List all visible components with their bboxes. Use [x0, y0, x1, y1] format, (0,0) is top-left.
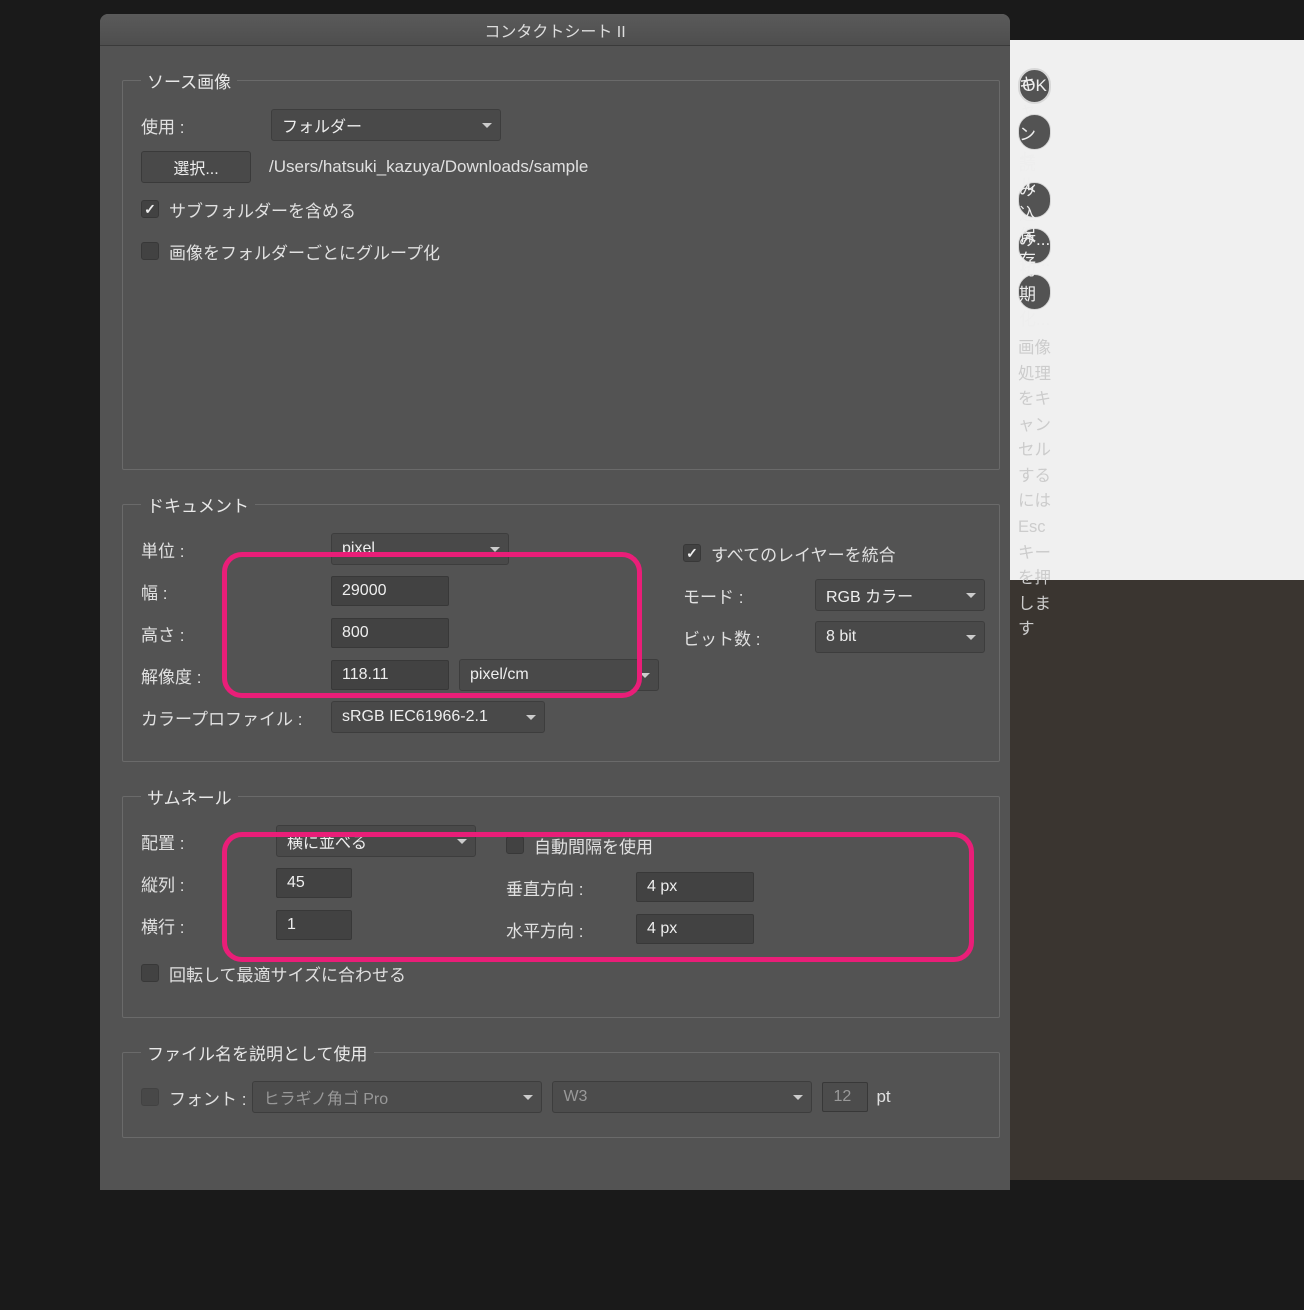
profile-select[interactable]: sRGB IEC61966-2.1 — [331, 701, 545, 733]
thumbnail-legend: サムネール — [141, 784, 238, 809]
columns-input[interactable]: 45 — [276, 868, 352, 898]
auto-spacing-checkbox[interactable] — [506, 836, 524, 854]
use-select[interactable]: フォルダー — [271, 109, 501, 141]
mode-label: モード : — [683, 583, 815, 608]
include-subfolders-checkbox[interactable] — [141, 200, 159, 218]
reset-button[interactable]: 初期化... — [1018, 274, 1051, 310]
rows-input[interactable]: 1 — [276, 910, 352, 940]
document-legend: ドキュメント — [141, 492, 255, 517]
font-label: フォント : — [169, 1085, 246, 1110]
bits-select[interactable]: 8 bit — [815, 621, 985, 653]
vertical-input[interactable]: 4 px — [636, 872, 754, 902]
height-input[interactable]: 800 — [331, 618, 449, 648]
width-input[interactable]: 29000 — [331, 576, 449, 606]
titlebar: コンタクトシート II — [100, 14, 1010, 46]
caption-legend: ファイル名を説明として使用 — [141, 1040, 374, 1065]
source-path: /Users/hatsuki_kazuya/Downloads/sample — [269, 157, 588, 177]
place-select[interactable]: 横に並べる — [276, 825, 476, 857]
hint-text: 画像処理をキャンセルするには Esc キーを押します — [1018, 336, 1051, 643]
group-by-folder-label: 画像をフォルダーごとにグループ化 — [169, 239, 440, 264]
size-unit: pt — [876, 1087, 890, 1107]
use-label: 使用 : — [141, 113, 271, 138]
select-folder-button[interactable]: 選択... — [141, 151, 251, 183]
rotate-label: 回転して最適サイズに合わせる — [169, 961, 406, 986]
thumbnail-fieldset: サムネール 配置 : 横に並べる 縦列 : — [122, 784, 1000, 1018]
vertical-label: 垂直方向 : — [506, 875, 636, 900]
source-fieldset: ソース画像 使用 : フォルダー 選択... /Users/hatsuki_ka… — [122, 68, 1000, 470]
height-label: 高さ : — [141, 621, 331, 646]
mode-select[interactable]: RGB カラー — [815, 579, 985, 611]
cancel-button[interactable]: キャンセル — [1018, 114, 1051, 150]
dialog-title: コンタクトシート II — [484, 18, 625, 42]
auto-spacing-label: 自動間隔を使用 — [534, 833, 653, 858]
flatten-checkbox[interactable] — [683, 544, 701, 562]
dialog: コンタクトシート II ソース画像 使用 : フォルダー 選択... — [100, 14, 1010, 1190]
font-select[interactable]: ヒラギノ角ゴ Pro — [252, 1081, 542, 1113]
caption-fieldset: ファイル名を説明として使用 フォント : ヒラギノ角ゴ Pro W3 12 — [122, 1040, 1000, 1138]
resolution-unit-select[interactable]: pixel/cm — [459, 659, 659, 691]
horizontal-input[interactable]: 4 px — [636, 914, 754, 944]
group-by-folder-checkbox[interactable] — [141, 242, 159, 260]
profile-label: カラープロファイル : — [141, 705, 331, 730]
source-legend: ソース画像 — [141, 68, 237, 93]
size-input[interactable]: 12 — [822, 1082, 868, 1112]
flatten-label: すべてのレイヤーを統合 — [711, 541, 896, 566]
place-label: 配置 : — [141, 829, 276, 854]
width-label: 幅 : — [141, 579, 331, 604]
unit-label: 単位 : — [141, 537, 331, 562]
columns-label: 縦列 : — [141, 871, 276, 896]
document-fieldset: ドキュメント 単位 : pixel 幅 : — [122, 492, 1000, 762]
rows-label: 横行 : — [141, 913, 276, 938]
weight-select[interactable]: W3 — [552, 1081, 812, 1113]
rotate-checkbox[interactable] — [141, 964, 159, 982]
unit-select[interactable]: pixel — [331, 533, 509, 565]
include-subfolders-label: サブフォルダーを含める — [169, 197, 356, 222]
caption-checkbox[interactable] — [141, 1088, 159, 1106]
horizontal-label: 水平方向 : — [506, 917, 636, 942]
resolution-label: 解像度 : — [141, 663, 331, 688]
resolution-input[interactable]: 118.11 — [331, 660, 449, 690]
load-button[interactable]: 読み込み... — [1018, 182, 1051, 218]
bits-label: ビット数 : — [683, 625, 815, 650]
